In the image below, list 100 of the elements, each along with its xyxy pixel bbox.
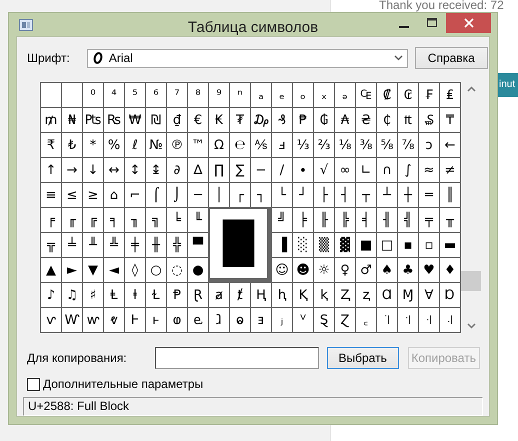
symbol-cell[interactable]: ⱷ: [167, 308, 187, 332]
symbol-cell[interactable]: ⁶: [146, 83, 166, 107]
symbol-cell[interactable]: ™: [188, 133, 208, 157]
symbol-cell[interactable]: ⅎ: [272, 133, 292, 157]
symbol-cell[interactable]: ┴: [377, 183, 397, 207]
symbol-cell[interactable]: ∞: [335, 158, 355, 182]
symbol-cell[interactable]: ₥: [41, 108, 61, 132]
symbol-cell[interactable]: ꜋: [440, 308, 460, 332]
symbol-cell[interactable]: Ȿ: [314, 308, 334, 332]
symbol-cell[interactable]: ↑: [41, 158, 61, 182]
symbol-cell[interactable]: ╡: [356, 208, 376, 232]
symbol-cell[interactable]: ≈: [419, 158, 439, 182]
symbol-cell[interactable]: ₧: [83, 108, 103, 132]
symbol-cell[interactable]: ₨: [104, 108, 124, 132]
help-button[interactable]: Справка: [414, 47, 488, 69]
symbol-cell[interactable]: ╙: [188, 208, 208, 232]
symbol-cell[interactable]: ⱳ: [83, 308, 103, 332]
checkbox[interactable]: [27, 378, 40, 390]
symbol-cell[interactable]: ₮: [230, 108, 250, 132]
symbol-cell[interactable]: ┌: [230, 183, 250, 207]
symbol-cell[interactable]: ╥: [440, 208, 460, 232]
symbol-cell[interactable]: ₦: [62, 108, 82, 132]
symbol-cell[interactable]: ℓ: [125, 133, 145, 157]
symbol-cell[interactable]: ₪: [146, 108, 166, 132]
symbol-cell[interactable]: ⱨ: [272, 283, 292, 307]
symbol-cell[interactable]: ⱽ: [293, 308, 313, 332]
symbol-cell[interactable]: ⁵: [125, 83, 145, 107]
symbol-cell[interactable]: ⁹: [209, 83, 229, 107]
symbol-cell[interactable]: *: [83, 133, 103, 157]
symbol-cell[interactable]: ╘: [167, 208, 187, 232]
symbol-cell[interactable]: Ᵽ: [167, 283, 187, 307]
symbol-cell[interactable]: ╫: [146, 233, 166, 257]
symbol-cell[interactable]: ▼: [83, 258, 103, 282]
symbol-cell[interactable]: ₩: [125, 108, 145, 132]
symbol-cell[interactable]: Ɫ: [146, 283, 166, 307]
symbol-cell[interactable]: ↄ: [419, 133, 439, 157]
symbol-cell[interactable]: ☻: [293, 258, 313, 282]
symbol-cell[interactable]: ▫: [419, 233, 439, 257]
symbol-cell[interactable]: Ⱪ: [293, 283, 313, 307]
symbol-cell[interactable]: ⱱ: [41, 308, 61, 332]
symbol-cell[interactable]: ꜀: [356, 308, 376, 332]
symbol-cell[interactable]: ₳: [335, 108, 355, 132]
symbol-cell[interactable]: ⁸: [188, 83, 208, 107]
blank-cell[interactable]: [41, 83, 61, 107]
symbol-cell[interactable]: ♂: [356, 258, 376, 282]
symbol-cell[interactable]: ╕: [104, 208, 124, 232]
symbol-cell[interactable]: ₹: [41, 133, 61, 157]
symbol-cell[interactable]: ⁴: [104, 83, 124, 107]
symbol-cell[interactable]: ∑: [230, 158, 250, 182]
symbol-cell[interactable]: ↓: [83, 158, 103, 182]
symbol-cell[interactable]: ⁷: [167, 83, 187, 107]
symbol-cell[interactable]: ○: [146, 258, 166, 282]
symbol-cell[interactable]: ₵: [377, 108, 397, 132]
symbol-cell[interactable]: ↨: [146, 158, 166, 182]
close-button[interactable]: [446, 13, 491, 33]
symbol-cell[interactable]: ╓: [62, 208, 82, 232]
symbol-cell[interactable]: ♪: [41, 283, 61, 307]
symbol-cell[interactable]: ─: [188, 183, 208, 207]
symbol-cell[interactable]: Ɀ: [335, 308, 355, 332]
symbol-cell[interactable]: ∟: [356, 158, 376, 182]
symbol-cell[interactable]: ₱: [293, 108, 313, 132]
symbol-cell[interactable]: ≥: [83, 183, 103, 207]
symbol-cell[interactable]: ⅍: [251, 133, 271, 157]
symbol-cell[interactable]: ₐ: [251, 83, 271, 107]
symbol-cell[interactable]: Ⱬ: [335, 283, 355, 307]
symbol-cell[interactable]: ₔ: [335, 83, 355, 107]
symbol-cell[interactable]: Ɽ: [188, 283, 208, 307]
symbol-cell[interactable]: ₣: [419, 83, 439, 107]
font-dropdown[interactable]: Arial: [86, 48, 408, 68]
symbol-cell[interactable]: ₑ: [272, 83, 292, 107]
symbol-cell[interactable]: ∏: [209, 158, 229, 182]
blank-cell[interactable]: [62, 83, 82, 107]
symbol-cell[interactable]: ꜉: [398, 308, 418, 332]
symbol-cell[interactable]: Ⱳ: [62, 308, 82, 332]
symbol-cell[interactable]: ▬: [440, 233, 460, 257]
symbol-cell[interactable]: ▪: [398, 233, 418, 257]
symbol-cell[interactable]: ■: [356, 233, 376, 257]
symbol-cell[interactable]: ₫: [167, 108, 187, 132]
symbol-cell[interactable]: Ɱ: [398, 283, 418, 307]
symbol-cell[interactable]: ░: [293, 233, 313, 257]
symbol-cell[interactable]: ₸: [440, 108, 460, 132]
symbol-cell[interactable]: ╧: [62, 233, 82, 257]
symbol-cell[interactable]: ⅓: [293, 133, 313, 157]
symbol-cell[interactable]: ₓ: [314, 83, 334, 107]
symbol-cell[interactable]: ₠: [356, 83, 376, 107]
symbol-cell[interactable]: №: [146, 133, 166, 157]
symbol-cell[interactable]: ♫: [62, 283, 82, 307]
symbol-cell[interactable]: ₶: [398, 108, 418, 132]
symbol-cell[interactable]: ₢: [398, 83, 418, 107]
symbol-cell[interactable]: →: [62, 158, 82, 182]
symbol-cell[interactable]: ₺: [62, 133, 82, 157]
symbol-cell[interactable]: ⅜: [356, 133, 376, 157]
symbol-cell[interactable]: ╗: [146, 208, 166, 232]
symbol-cell[interactable]: ⱼ: [272, 308, 292, 332]
symbol-cell[interactable]: ⱴ: [104, 308, 124, 332]
symbol-cell[interactable]: √: [314, 158, 334, 182]
symbol-cell[interactable]: ╒: [41, 208, 61, 232]
symbol-cell[interactable]: □: [377, 233, 397, 257]
symbol-cell[interactable]: ⱹ: [209, 308, 229, 332]
symbol-cell[interactable]: ├: [314, 183, 334, 207]
